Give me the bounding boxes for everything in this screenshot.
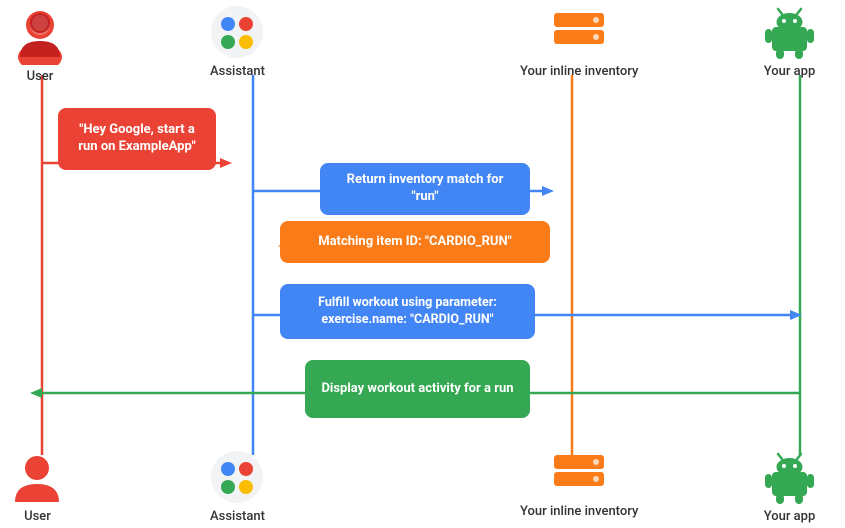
actor-inventory-top: Your inline inventory	[520, 5, 638, 79]
message-return-inventory: Return inventory match for "run"	[320, 163, 530, 215]
actor-assistant-bottom-label: Assistant	[210, 509, 265, 524]
actor-inventory-bottom: Your inline inventory	[520, 450, 638, 519]
assistant-icon-top	[210, 5, 265, 60]
assistant-icon-bottom	[210, 450, 265, 505]
actor-app-top: Your app	[762, 5, 817, 79]
app-icon-top	[762, 5, 817, 60]
actor-inventory-bottom-label: Your inline inventory	[520, 504, 638, 519]
actor-user-bottom: User	[10, 450, 65, 524]
message-fulfill-workout: Fulfill workout using parameter: exercis…	[280, 284, 535, 339]
message-display-workout: Display workout activity for a run	[305, 360, 530, 418]
actor-app-bottom: Your app	[762, 450, 817, 524]
actor-assistant-bottom: Assistant	[210, 450, 265, 524]
user-icon-top	[10, 5, 70, 65]
inventory-icon-bottom	[544, 450, 614, 500]
actor-inventory-top-label: Your inline inventory	[520, 64, 638, 79]
message-matching-item: Matching item ID: "CARDIO_RUN"	[280, 221, 550, 263]
actor-assistant-top-label: Assistant	[210, 64, 265, 79]
message-hey-google: "Hey Google, start a run on ExampleApp"	[58, 108, 216, 170]
diagram-svg	[0, 0, 845, 528]
actor-assistant-top: Assistant	[210, 5, 265, 79]
inventory-icon-top	[544, 5, 614, 60]
actor-user-bottom-label: User	[24, 509, 51, 524]
actor-user-top-label: User	[27, 69, 54, 84]
actor-app-top-label: Your app	[764, 64, 816, 79]
actor-user-top: User	[10, 5, 70, 84]
user-icon-bottom	[10, 450, 65, 505]
sequence-diagram: User Assistant Your inline inventory	[0, 0, 845, 528]
actor-app-bottom-label: Your app	[764, 509, 816, 524]
app-icon-bottom	[762, 450, 817, 505]
